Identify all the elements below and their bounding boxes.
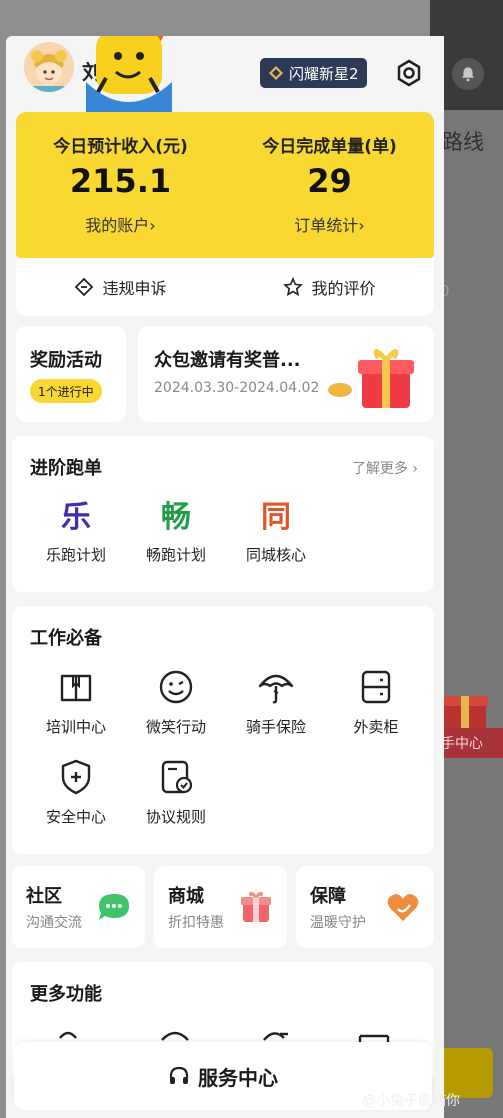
crowd-invite-title: 众包邀请有奖普... xyxy=(154,350,301,371)
avatar[interactable] xyxy=(24,42,74,92)
tool-label: 协议规则 xyxy=(145,808,206,826)
tool-label: 外卖柜 xyxy=(353,718,399,736)
tool-label: 微笑行动 xyxy=(145,718,206,736)
mascot-sticker xyxy=(78,36,178,114)
drawer-header: 刘 闪耀新星2 xyxy=(6,36,444,114)
mini-title: 社区 xyxy=(26,886,62,907)
tool-insurance[interactable]: 骑手保险 xyxy=(226,668,326,737)
advanced-title: 进阶跑单 xyxy=(30,458,102,479)
gift-box-icon xyxy=(237,888,275,926)
rating-label: 我的评价 xyxy=(311,279,376,298)
background-route-text: 路线 xyxy=(442,130,484,154)
star-badge-icon xyxy=(269,66,283,80)
plan-label: 同城核心 xyxy=(245,546,306,564)
star-icon xyxy=(283,277,304,297)
reward-title: 奖励活动 xyxy=(30,350,102,371)
income-card: 今日预计收入(元) 215.1 我的账户› 今日完成单量(单) 29 订单统计› xyxy=(16,112,434,258)
income-stat[interactable]: 今日预计收入(元) 215.1 我的账户› xyxy=(16,112,225,258)
today-orders-value: 29 xyxy=(307,162,352,200)
plan-city-core[interactable]: 同 同城核心 xyxy=(226,498,326,565)
tool-agreement[interactable]: 协议规则 xyxy=(126,758,226,827)
crowd-invite-date: 2024.03.30-2024.04.02 xyxy=(154,380,320,396)
plan-glyph: 同 xyxy=(261,500,291,535)
tool-smile[interactable]: 微笑行动 xyxy=(126,668,226,737)
mini-title: 商城 xyxy=(168,886,204,907)
tool-locker[interactable]: 外卖柜 xyxy=(326,668,426,737)
shield-icon xyxy=(61,759,91,795)
mini-title: 保障 xyxy=(310,886,346,907)
chat-icon xyxy=(95,888,133,926)
tool-safety[interactable]: 安全中心 xyxy=(26,758,126,827)
mini-subtitle: 折扣特惠 xyxy=(168,915,224,931)
advanced-running-card: 进阶跑单 了解更多 › 乐 乐跑计划 畅 畅跑计划 同 同城核心 xyxy=(12,436,434,592)
gift-icon xyxy=(322,340,418,412)
heart-icon xyxy=(384,888,422,926)
plan-glyph: 乐 xyxy=(61,500,91,535)
reward-card[interactable]: 奖励活动 1个进行中 xyxy=(16,326,126,422)
settings-icon[interactable] xyxy=(394,58,424,88)
headset-icon xyxy=(169,1066,189,1084)
appeal-button[interactable]: 违规申诉 xyxy=(16,258,225,316)
more-icon-2 xyxy=(161,1031,189,1041)
side-drawer: 刘 闪耀新星2 今日预计收入(元) 215.1 我的账户› 今日完成单量(单) … xyxy=(6,36,444,1118)
level-badge[interactable]: 闪耀新星2 xyxy=(260,58,367,88)
rating-button[interactable]: 我的评价 xyxy=(225,258,434,316)
locker-icon xyxy=(361,670,391,704)
mini-subtitle: 沟通交流 xyxy=(26,915,82,931)
plan-label: 畅跑计划 xyxy=(145,546,206,564)
learn-more-link[interactable]: 了解更多 › xyxy=(352,458,418,478)
badge-label: 闪耀新星2 xyxy=(289,64,359,83)
service-center-label: 服务中心 xyxy=(198,1065,278,1090)
more-title: 更多功能 xyxy=(30,984,102,1005)
bell-icon[interactable] xyxy=(452,58,484,90)
mini-subtitle: 温暖守护 xyxy=(310,915,366,931)
appeal-label: 违规申诉 xyxy=(102,279,167,298)
quick-actions: 违规申诉 我的评价 xyxy=(16,258,434,316)
more-icon-1 xyxy=(59,1031,77,1039)
community-card[interactable]: 社区 沟通交流 xyxy=(12,866,145,948)
tool-label: 骑手保险 xyxy=(245,718,306,736)
work-title: 工作必备 xyxy=(30,628,102,649)
background-gift-icon xyxy=(440,686,490,732)
today-orders-label: 今日完成单量(单) xyxy=(262,137,397,157)
reward-count-pill: 1个进行中 xyxy=(30,379,102,403)
agreement-icon xyxy=(161,760,193,794)
smile-icon xyxy=(159,670,193,704)
tool-label: 培训中心 xyxy=(45,718,106,736)
mall-card[interactable]: 商城 折扣特惠 xyxy=(154,866,287,948)
protection-card[interactable]: 保障 温暖守护 xyxy=(296,866,434,948)
account-link[interactable]: 我的账户› xyxy=(16,212,225,236)
order-stats-link[interactable]: 订单统计› xyxy=(225,212,434,236)
plan-chang-run[interactable]: 畅 畅跑计划 xyxy=(126,498,226,565)
orders-stat[interactable]: 今日完成单量(单) 29 订单统计› xyxy=(225,112,434,258)
tool-training[interactable]: 培训中心 xyxy=(26,668,126,737)
appeal-icon xyxy=(75,277,94,297)
work-essentials-card: 工作必备 培训中心 微笑行动 骑手保险 外卖柜 安全中心 协议规则 xyxy=(12,606,434,854)
book-icon xyxy=(60,674,92,702)
crowd-invite-card[interactable]: 众包邀请有奖普... 2024.03.30-2024.04.02 xyxy=(138,326,434,422)
today-income-label: 今日预计收入(元) xyxy=(53,137,188,157)
watermark: @小兔子偷瞄你 xyxy=(362,1093,460,1109)
today-income-value: 215.1 xyxy=(69,162,172,200)
plan-le-run[interactable]: 乐 乐跑计划 xyxy=(26,498,126,565)
more-icon-3 xyxy=(263,1032,288,1041)
tool-label: 安全中心 xyxy=(45,808,106,826)
plan-glyph: 畅 xyxy=(161,500,191,535)
plan-label: 乐跑计划 xyxy=(45,546,106,564)
umbrella-icon xyxy=(258,674,294,704)
